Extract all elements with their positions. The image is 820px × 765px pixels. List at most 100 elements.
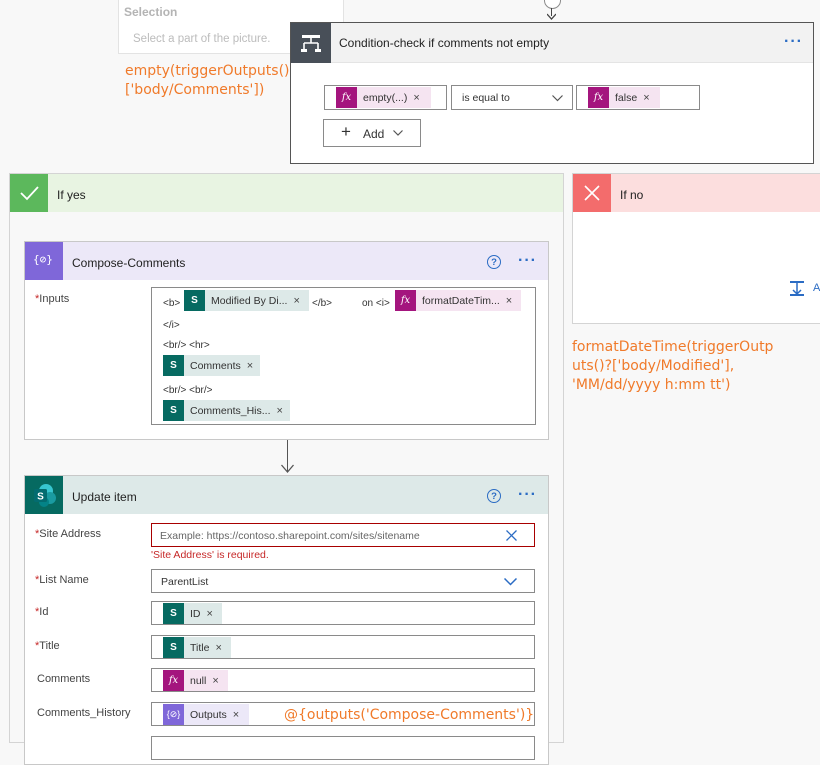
token-label: Outputs [190, 708, 227, 721]
token-comments[interactable]: S Comments × [163, 355, 260, 376]
close-icon[interactable]: × [293, 295, 304, 307]
help-icon[interactable]: ? [487, 255, 501, 269]
compose-icon: {⊘} [25, 242, 63, 280]
site-address-placeholder: Example: https://contoso.sharepoint.com/… [160, 530, 420, 542]
site-address-label-text: Site Address [39, 528, 102, 540]
chevron-down-icon [552, 95, 563, 102]
sharepoint-icon: S [163, 355, 184, 376]
close-icon[interactable]: × [212, 675, 223, 687]
operator-value: is equal to [462, 92, 510, 104]
close-icon[interactable]: × [207, 608, 218, 620]
close-icon[interactable]: × [247, 360, 258, 372]
comments-history-label: Comments_History [37, 707, 131, 719]
chevron-down-icon [504, 578, 517, 586]
clear-icon[interactable] [506, 530, 517, 541]
compose-glyph: {⊘} [33, 253, 53, 266]
list-name-label-text: List Name [39, 574, 89, 586]
chevron-down-icon [393, 130, 403, 136]
token-label: false [615, 91, 638, 104]
add-step-circle[interactable] [544, 0, 561, 9]
sharepoint-icon: S [163, 637, 184, 658]
svg-text:S: S [37, 492, 44, 503]
add-action-icon [790, 281, 804, 296]
compose-more-menu[interactable]: ··· [518, 252, 537, 270]
compose-title: Compose-Comments [72, 256, 186, 270]
fx-icon: fx [163, 670, 184, 691]
close-icon[interactable]: × [506, 295, 517, 307]
token-comments-history[interactable]: S Comments_His... × [163, 400, 290, 421]
if-no-label: If no [620, 188, 644, 202]
title-label-text: Title [39, 640, 60, 652]
fx-icon: fx [395, 290, 416, 311]
plus-icon: + [341, 122, 351, 141]
condition-icon [291, 23, 331, 63]
site-address-error: 'Site Address' is required. [151, 549, 269, 561]
inputs-label-text: Inputs [39, 293, 70, 305]
checkmark-icon [10, 174, 48, 212]
raw-text-b-close: </b> [312, 298, 333, 309]
id-label: *Id [35, 606, 48, 618]
if-no-add-action[interactable]: A [788, 279, 820, 300]
list-name-label: *List Name [35, 574, 89, 586]
token-title[interactable]: S Title × [163, 637, 231, 658]
fx-icon: fx [336, 87, 357, 108]
id-label-text: Id [39, 606, 49, 618]
condition-branch-icon [301, 35, 321, 52]
cross-icon [573, 174, 611, 212]
next-field-input[interactable] [151, 736, 535, 760]
token-label: formatDateTim... [422, 294, 500, 307]
update-more-menu[interactable]: ··· [518, 486, 537, 504]
condition-more-menu[interactable]: ··· [784, 33, 803, 51]
token-label: empty(...) [363, 91, 408, 104]
close-icon[interactable]: × [215, 642, 226, 654]
token-label: ID [190, 607, 201, 620]
sharepoint-logo-icon: S [25, 476, 63, 514]
annotation-outputs-expression: @{outputs('Compose-Comments')} [284, 707, 535, 723]
add-label: Add [363, 127, 385, 141]
list-name-select[interactable]: ParentList [151, 569, 535, 593]
help-icon[interactable]: ? [487, 489, 501, 503]
arrow-down-icon [547, 13, 556, 20]
raw-text-br-hr: <br/> <hr> [163, 340, 210, 351]
sharepoint-icon: S [163, 400, 184, 421]
selection-title: Selection [124, 5, 178, 19]
token-outputs[interactable]: {⊘} Outputs × [163, 704, 249, 725]
compose-icon: {⊘} [163, 704, 184, 725]
token-label: Title [190, 641, 210, 654]
token-false-expression[interactable]: fx false × [588, 87, 660, 108]
inputs-label: *Inputs [35, 293, 69, 305]
annotation-empty-expression: empty(triggerOutputs()? ['body/Comments'… [125, 63, 297, 98]
if-yes-label: If yes [57, 188, 86, 202]
add-action-label: A [813, 282, 820, 294]
site-address-input[interactable]: Example: https://contoso.sharepoint.com/… [151, 523, 535, 547]
sharepoint-icon: S [184, 290, 205, 311]
token-label: Comments_His... [190, 404, 271, 417]
condition-operator-select[interactable]: is equal to [451, 85, 573, 110]
fx-icon: fx [588, 87, 609, 108]
close-icon[interactable]: × [277, 405, 288, 417]
raw-text-i-close: </i> [163, 320, 180, 331]
sharepoint-icon: S [163, 603, 184, 624]
selection-hint: Select a part of the picture. [133, 33, 271, 45]
raw-text-br-br: <br/> <br/> [163, 385, 213, 396]
token-null[interactable]: fx null × [163, 670, 228, 691]
token-format-datetime[interactable]: fx formatDateTim... × [395, 290, 521, 311]
site-address-label: *Site Address [35, 528, 101, 540]
annotation-format-expression: formatDateTime(triggerOutp uts()?['body/… [572, 339, 774, 393]
raw-text-on-i: on <i> [362, 298, 390, 309]
raw-text-b-open: <b> [163, 298, 181, 309]
condition-title: Condition-check if comments not empty [339, 36, 550, 50]
token-label: null [190, 674, 207, 687]
token-modified-by[interactable]: S Modified By Di... × [184, 290, 309, 311]
close-icon[interactable]: × [233, 709, 244, 721]
token-label: Comments [190, 359, 241, 372]
add-condition-button[interactable]: + Add [323, 119, 421, 147]
token-label: Modified By Di... [211, 294, 288, 307]
token-id[interactable]: S ID × [163, 603, 222, 624]
title-label: *Title [35, 640, 60, 652]
close-icon[interactable]: × [643, 92, 654, 104]
close-icon[interactable]: × [413, 92, 424, 104]
token-empty-expression[interactable]: fx empty(...) × [336, 87, 431, 108]
list-name-value: ParentList [161, 576, 209, 588]
if-yes-header [10, 174, 563, 212]
